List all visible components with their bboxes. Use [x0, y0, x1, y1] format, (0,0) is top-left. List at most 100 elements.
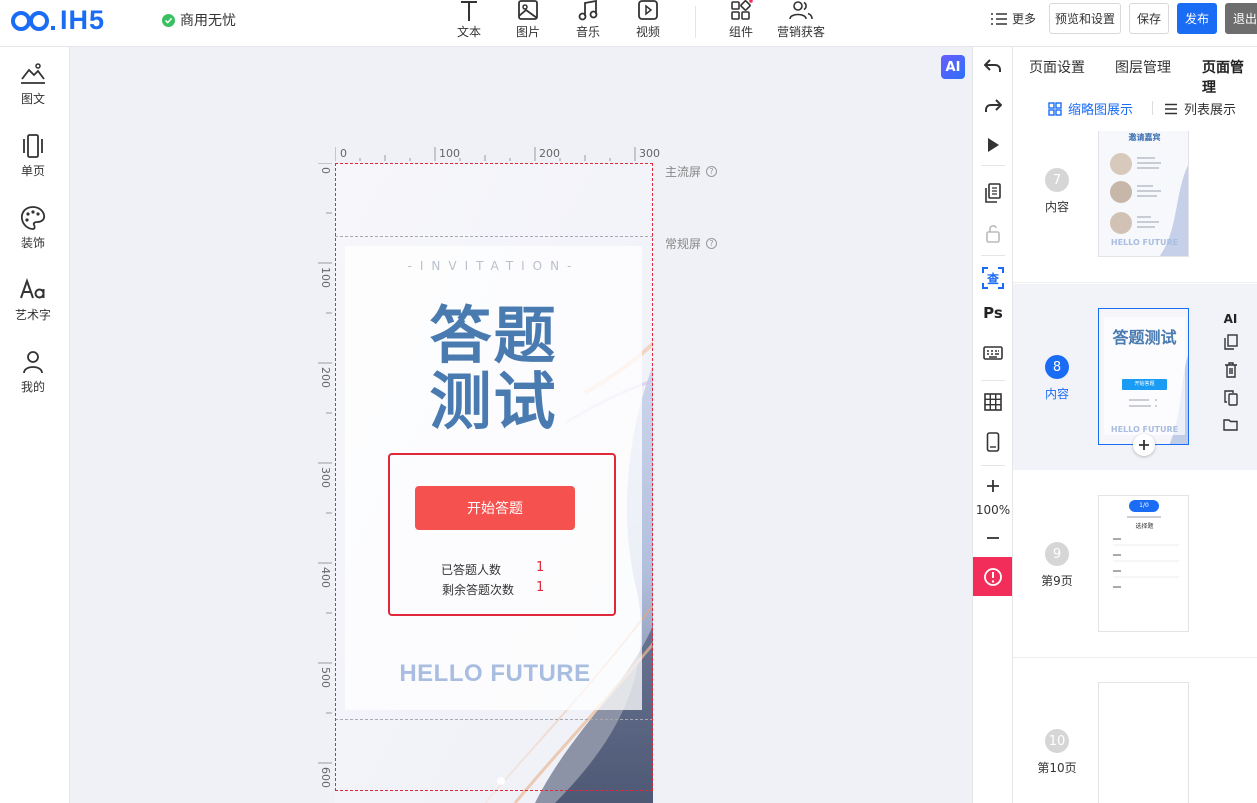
- invitation-text[interactable]: -INVITATION-: [345, 259, 642, 273]
- tool-marketing-label: 营销获客: [776, 25, 825, 39]
- logo[interactable]: IH5: [10, 4, 105, 36]
- thumb-quiz-title: 答题测试: [1112, 328, 1177, 347]
- remaining-count-value: 1: [536, 580, 545, 595]
- tab-page-management[interactable]: 页面管理: [1202, 57, 1257, 97]
- publish-button[interactable]: 发布: [1177, 3, 1217, 34]
- sidebar-item-art-text[interactable]: 艺术字: [0, 277, 66, 323]
- hello-future-text[interactable]: HELLO FUTURE: [345, 660, 645, 688]
- page-thumbnail-9[interactable]: 1/0 选择题: [1098, 495, 1189, 632]
- main-screen-text: 主流屏: [665, 165, 702, 179]
- toolbar-divider: [981, 255, 1005, 256]
- commercial-label: 商用无忧: [180, 13, 236, 29]
- thumb-progress-badge: 1/0: [1129, 500, 1159, 512]
- copy-icon: [985, 183, 1001, 203]
- undo-button[interactable]: [973, 55, 1013, 77]
- page-actions: AI: [1223, 312, 1238, 440]
- quiz-title[interactable]: 答题 测试: [345, 303, 642, 435]
- check-button[interactable]: 查: [973, 266, 1013, 290]
- page-thumbnail-8[interactable]: 答题测试 开始答题 HELLO FUTURE: [1098, 308, 1189, 445]
- alert-icon: [984, 567, 1002, 586]
- sidebar-label: 单页: [20, 164, 45, 178]
- folder-icon: [1223, 419, 1238, 431]
- lock-button[interactable]: [973, 222, 1013, 244]
- help-icon[interactable]: ?: [706, 166, 718, 177]
- thumb-invite-title: 邀请嘉宾: [1128, 133, 1161, 142]
- exit-button[interactable]: 退出: [1225, 3, 1257, 34]
- view-thumbnail-label: 缩略图展示: [1068, 103, 1134, 118]
- palette-icon: [20, 206, 46, 230]
- page-label: 内容: [1044, 387, 1069, 401]
- tool-video[interactable]: 视频: [623, 0, 673, 46]
- toolbar-divider: [695, 6, 696, 38]
- view-divider: [1152, 101, 1153, 115]
- tab-page-settings[interactable]: 页面设置: [1029, 57, 1085, 77]
- more-label: 更多: [1012, 12, 1037, 26]
- page-delete-button[interactable]: [1224, 362, 1238, 390]
- minus-icon: [987, 537, 999, 539]
- page-duplicate-button[interactable]: [1223, 390, 1238, 418]
- commercial-badge[interactable]: 商用无忧: [162, 10, 236, 30]
- tool-video-label: 视频: [635, 25, 660, 39]
- tool-marketing[interactable]: 营销获客: [776, 0, 826, 46]
- ruler-left-label: 600: [319, 767, 332, 788]
- ruler-left-label: 400: [319, 567, 332, 588]
- sidebar-item-decoration[interactable]: 装饰: [0, 205, 66, 251]
- tool-music[interactable]: 音乐: [563, 0, 613, 46]
- copy-button[interactable]: [973, 182, 1013, 204]
- ruler-left-label: 100: [319, 267, 332, 288]
- tool-component-label: 组件: [728, 25, 753, 39]
- music-icon: [578, 0, 598, 21]
- page-number: 9: [1045, 542, 1069, 566]
- remaining-count-label: 剩余答题次数: [442, 583, 515, 597]
- ai-assistant-button[interactable]: AI: [941, 55, 965, 79]
- tool-music-label: 音乐: [575, 25, 600, 39]
- page-folder-button[interactable]: [1223, 418, 1238, 440]
- page-ai-button[interactable]: AI: [1224, 312, 1238, 334]
- page-thumbnail-7[interactable]: 邀请嘉宾 HELLO FUTURE: [1098, 131, 1189, 257]
- keyboard-button[interactable]: [973, 342, 1013, 364]
- preview-settings-button[interactable]: 预览和设置: [1049, 3, 1121, 34]
- plus-icon: [1139, 440, 1149, 450]
- toolbar-divider: [981, 165, 1005, 166]
- page-item-10[interactable]: 10 第10页: [1013, 659, 1257, 803]
- view-list-toggle[interactable]: 列表展示: [1164, 99, 1236, 118]
- device-preview-button[interactable]: [973, 431, 1013, 453]
- more-menu[interactable]: 更多: [990, 10, 1036, 27]
- ruler-top-label: 100: [439, 147, 460, 160]
- page-copy-button[interactable]: [1223, 334, 1238, 362]
- ruler-top: 0 100 200 300: [335, 147, 661, 161]
- thumb-stats: [1129, 399, 1157, 407]
- view-thumbnail-toggle[interactable]: 缩略图展示: [1048, 99, 1133, 118]
- single-page-icon: [23, 134, 43, 158]
- page-number: 7: [1045, 168, 1069, 192]
- sidebar-item-single-page[interactable]: 单页: [0, 133, 66, 179]
- zoom-out-button[interactable]: [973, 527, 1013, 549]
- start-quiz-button[interactable]: 开始答题: [415, 486, 575, 530]
- page-thumbnail-10[interactable]: [1098, 682, 1189, 803]
- help-icon[interactable]: ?: [706, 238, 718, 249]
- redo-button[interactable]: [973, 95, 1013, 117]
- tool-image[interactable]: 图片: [503, 0, 553, 46]
- inspect-icon: 查: [982, 267, 1004, 289]
- sidebar-item-mine[interactable]: 我的: [0, 349, 66, 395]
- ruler-left-label: 300: [319, 467, 332, 488]
- logo-mark-icon: [11, 11, 55, 31]
- zoom-in-button[interactable]: [973, 475, 1013, 497]
- alert-button[interactable]: [973, 557, 1013, 596]
- ruler-top-label: 300: [639, 147, 660, 160]
- page-item-9[interactable]: 9 第9页 1/0 选择题: [1013, 471, 1257, 658]
- sidebar-item-graphic-text[interactable]: 图文: [0, 61, 66, 107]
- play-preview-button[interactable]: [973, 134, 1013, 156]
- tab-layer-management[interactable]: 图层管理: [1115, 57, 1171, 77]
- grid-toggle-button[interactable]: [973, 391, 1013, 413]
- page-item-7[interactable]: 7 内容 邀请嘉宾 HELLO FUTURE: [1013, 131, 1257, 283]
- save-button[interactable]: 保存: [1129, 3, 1169, 34]
- ruler-top-label: 0: [340, 147, 347, 160]
- tool-text[interactable]: 文本: [444, 0, 494, 46]
- check-circle-icon: [162, 13, 175, 27]
- photoshop-import-button[interactable]: Ps: [973, 302, 1013, 324]
- tool-component[interactable]: 组件: [716, 0, 766, 46]
- toolbar-divider: [981, 380, 1005, 381]
- add-page-button[interactable]: [1133, 434, 1155, 456]
- page-item-8[interactable]: 8 内容 答题测试 开始答题 HELLO FUTURE AI: [1013, 284, 1257, 470]
